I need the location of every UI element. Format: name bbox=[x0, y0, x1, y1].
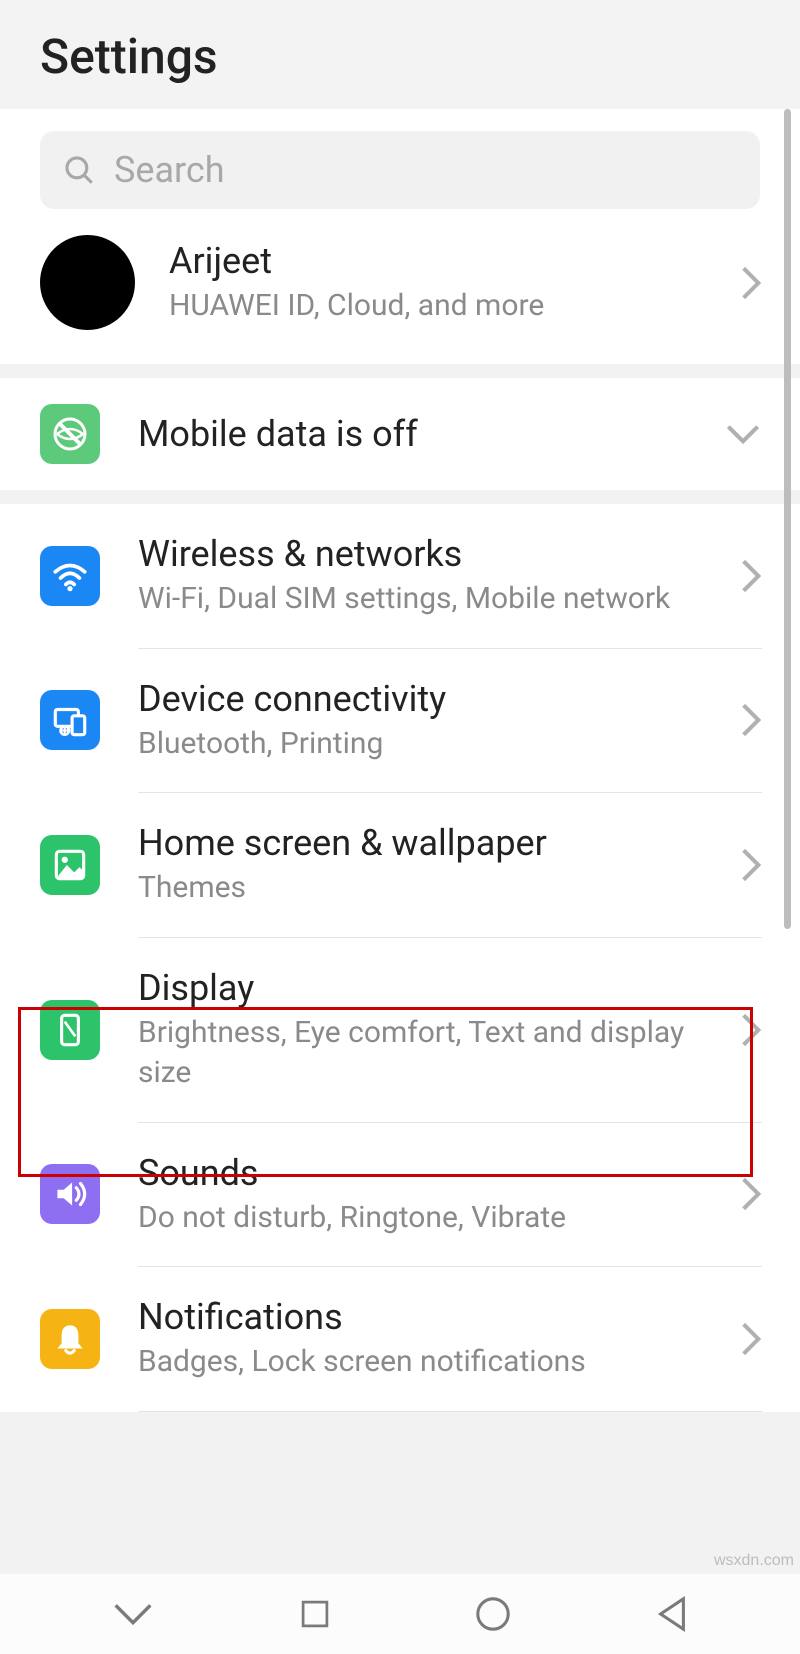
item-title: Home screen & wallpaper bbox=[138, 821, 702, 866]
item-subtitle: Wi-Fi, Dual SIM settings, Mobile network bbox=[138, 579, 702, 620]
chevron-right-icon bbox=[740, 846, 762, 884]
search-input[interactable]: Search bbox=[40, 131, 760, 209]
chevron-right-icon bbox=[740, 557, 762, 595]
nav-home-icon[interactable] bbox=[474, 1595, 512, 1633]
settings-header: Settings bbox=[0, 0, 800, 109]
search-icon bbox=[62, 153, 96, 187]
row-texts: Home screen & wallpaper Themes bbox=[138, 821, 702, 909]
nav-back-icon[interactable] bbox=[655, 1595, 689, 1633]
divider bbox=[138, 1411, 762, 1412]
row-texts: Wireless & networks Wi-Fi, Dual SIM sett… bbox=[138, 532, 702, 620]
nav-down-icon[interactable] bbox=[111, 1601, 155, 1627]
mobile-data-texts: Mobile data is off bbox=[138, 412, 686, 457]
nav-recent-icon[interactable] bbox=[298, 1597, 332, 1631]
settings-item-wireless[interactable]: Wireless & networks Wi-Fi, Dual SIM sett… bbox=[0, 504, 800, 648]
search-placeholder: Search bbox=[114, 149, 225, 191]
mobile-data-row[interactable]: Mobile data is off bbox=[0, 378, 800, 490]
item-subtitle: Do not disturb, Ringtone, Vibrate bbox=[138, 1198, 702, 1239]
item-subtitle: Bluetooth, Printing bbox=[138, 724, 702, 765]
row-texts: Notifications Badges, Lock screen notifi… bbox=[138, 1295, 702, 1383]
item-subtitle: Themes bbox=[138, 868, 702, 909]
account-texts: Arijeet HUAWEI ID, Cloud, and more bbox=[169, 239, 706, 327]
item-title: Wireless & networks bbox=[138, 532, 702, 577]
item-title: Device connectivity bbox=[138, 677, 702, 722]
item-title: Notifications bbox=[138, 1295, 702, 1340]
top-section: Search Arijeet HUAWEI ID, Cloud, and mor… bbox=[0, 109, 800, 364]
settings-item-sounds[interactable]: Sounds Do not disturb, Ringtone, Vibrate bbox=[0, 1123, 800, 1267]
settings-item-display[interactable]: Display Brightness, Eye comfort, Text an… bbox=[0, 938, 800, 1122]
content-scroll[interactable]: Search Arijeet HUAWEI ID, Cloud, and mor… bbox=[0, 109, 800, 1571]
navigation-bar bbox=[0, 1574, 800, 1654]
row-texts: Device connectivity Bluetooth, Printing bbox=[138, 677, 702, 765]
wifi-icon bbox=[40, 546, 100, 606]
settings-item-home-screen[interactable]: Home screen & wallpaper Themes bbox=[0, 793, 800, 937]
search-container: Search bbox=[0, 131, 800, 209]
avatar bbox=[40, 235, 135, 330]
settings-item-device-connectivity[interactable]: Device connectivity Bluetooth, Printing bbox=[0, 649, 800, 793]
item-subtitle: Badges, Lock screen notifications bbox=[138, 1342, 702, 1383]
sound-icon bbox=[40, 1164, 100, 1224]
mobile-data-icon bbox=[40, 404, 100, 464]
chevron-right-icon bbox=[740, 264, 762, 302]
chevron-right-icon bbox=[740, 1320, 762, 1358]
mobile-data-label: Mobile data is off bbox=[138, 412, 686, 457]
image-icon bbox=[40, 835, 100, 895]
chevron-right-icon bbox=[740, 1011, 762, 1049]
devices-icon bbox=[40, 690, 100, 750]
row-texts: Sounds Do not disturb, Ringtone, Vibrate bbox=[138, 1151, 702, 1239]
page-title: Settings bbox=[40, 28, 760, 85]
row-texts: Display Brightness, Eye comfort, Text an… bbox=[138, 966, 702, 1094]
settings-item-notifications[interactable]: Notifications Badges, Lock screen notifi… bbox=[0, 1267, 800, 1411]
mobile-data-section: Mobile data is off bbox=[0, 378, 800, 490]
scrollbar[interactable] bbox=[784, 109, 791, 929]
chevron-right-icon bbox=[740, 1175, 762, 1213]
bell-icon bbox=[40, 1309, 100, 1369]
watermark: wsxdn.com bbox=[714, 1552, 794, 1570]
item-title: Display bbox=[138, 966, 702, 1011]
display-icon bbox=[40, 1000, 100, 1060]
account-subtitle: HUAWEI ID, Cloud, and more bbox=[169, 286, 706, 327]
chevron-right-icon bbox=[740, 701, 762, 739]
settings-list: Wireless & networks Wi-Fi, Dual SIM sett… bbox=[0, 504, 800, 1412]
account-name: Arijeet bbox=[169, 239, 706, 284]
item-subtitle: Brightness, Eye comfort, Text and displa… bbox=[138, 1013, 702, 1094]
item-title: Sounds bbox=[138, 1151, 702, 1196]
account-row[interactable]: Arijeet HUAWEI ID, Cloud, and more bbox=[0, 209, 800, 364]
chevron-down-icon bbox=[724, 423, 762, 445]
